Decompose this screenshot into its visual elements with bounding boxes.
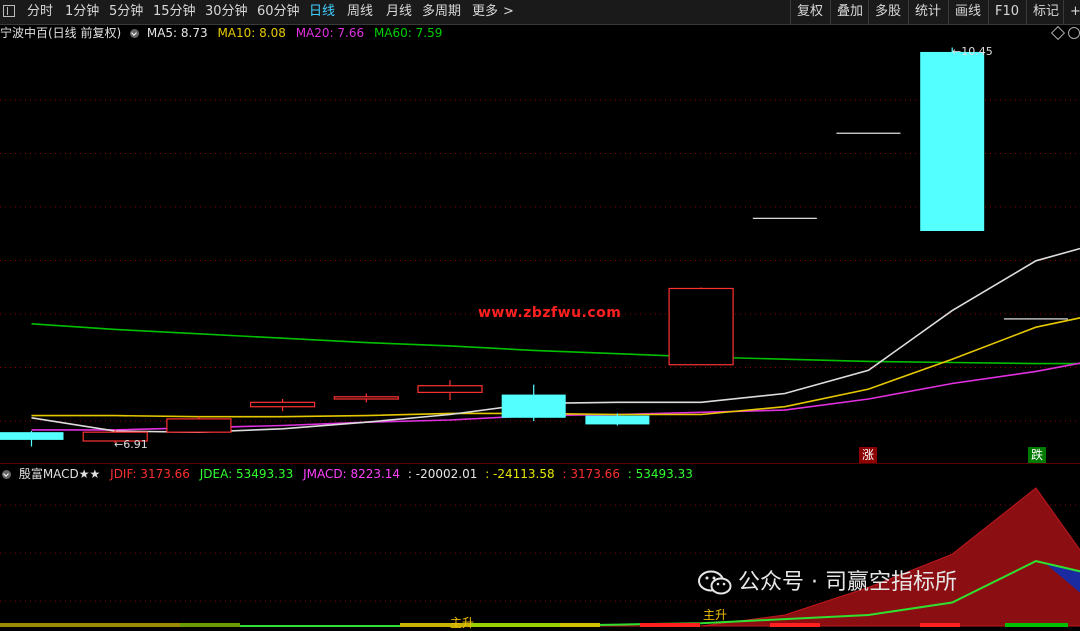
macd-strip (180, 623, 240, 627)
candle-body (585, 416, 649, 425)
candle-body (334, 397, 398, 399)
high-arrow: ← (952, 45, 961, 58)
period-tab-6[interactable]: 日线 (309, 0, 335, 24)
period-tab-9[interactable]: 多周期 (422, 0, 461, 24)
toolbar-button-5[interactable]: F10 (988, 0, 1025, 24)
period-tab-8[interactable]: 月线 (386, 0, 412, 24)
window-icon[interactable] (3, 5, 15, 17)
more-chevron-icon[interactable]: > (503, 0, 514, 24)
rise-tag: 涨 (859, 447, 877, 463)
macd-indicator-chart[interactable] (0, 483, 1080, 629)
macd-strip (560, 623, 600, 627)
wechat-watermark: 公众号 · 司赢空指标所 (698, 568, 957, 598)
period-tab-1[interactable]: 1分钟 (65, 0, 99, 24)
period-tab-10[interactable]: 更多 (472, 0, 498, 24)
macd-info-bar: 殷富MACD★★ JDIF: 3173.66 JDEA: 53493.33 JM… (0, 466, 693, 482)
period-tab-3[interactable]: 15分钟 (153, 0, 196, 24)
toolbar-button-3[interactable]: 统计 (908, 0, 947, 24)
macd-strip (770, 623, 820, 627)
panel-divider[interactable] (0, 463, 1080, 464)
candle-body (0, 432, 64, 440)
low-price-label: ←6.91 (114, 438, 148, 451)
macd-strip (0, 623, 180, 627)
candle-body (251, 402, 315, 406)
period-tab-2[interactable]: 5分钟 (109, 0, 143, 24)
macd-strip (470, 623, 560, 627)
ma60-value: MA60: 7.59 (374, 26, 442, 40)
value-1: : -20002.01 (408, 467, 477, 481)
toolbar-button-2[interactable]: 多股 (868, 0, 907, 24)
low-arrow: ← (114, 438, 123, 451)
toolbar-button-4[interactable]: 画线 (948, 0, 987, 24)
candlestick-chart[interactable] (0, 42, 1080, 462)
macd-strip (920, 623, 960, 627)
candle-body (753, 218, 817, 219)
value-2: : -24113.58 (485, 467, 554, 481)
high-price-label: ←10.45 (952, 45, 993, 58)
candle-body (920, 52, 984, 231)
ma10-value: MA10: 8.08 (217, 26, 285, 40)
ma5-value: MA5: 8.73 (147, 26, 208, 40)
circle-icon[interactable] (1068, 27, 1080, 39)
diamond-icon[interactable] (1051, 26, 1065, 40)
url-watermark: www.zbzfwu.com (478, 305, 621, 321)
period-tab-4[interactable]: 30分钟 (205, 0, 248, 24)
candle-body (669, 288, 733, 364)
macd-strip (1005, 623, 1068, 627)
jdif-value: JDIF: 3173.66 (110, 467, 190, 481)
toolbar-button-1[interactable]: 叠加 (830, 0, 869, 24)
main-rise-label-1: 主升 (450, 614, 474, 631)
period-tab-0[interactable]: 分时 (27, 0, 53, 24)
candle-body (502, 395, 566, 418)
candle-body (1004, 318, 1068, 319)
indicator-dropdown-icon[interactable] (2, 470, 11, 479)
candle-body (418, 386, 482, 393)
dropdown-icon[interactable] (130, 29, 139, 38)
macd-title[interactable]: 殷富MACD★★ (19, 467, 101, 481)
wechat-icon (698, 570, 732, 596)
jdea-value: JDEA: 53493.33 (200, 467, 293, 481)
main-rise-label-2: 主升 (703, 606, 727, 623)
toolbar-button-6[interactable]: 标记 (1026, 0, 1065, 24)
toolbar-button-7[interactable]: +自 (1063, 0, 1080, 24)
ma60-line (32, 324, 1080, 364)
value-4: : 53493.33 (628, 467, 693, 481)
value-3: : 3173.66 (562, 467, 619, 481)
candle-body (167, 419, 231, 432)
period-toolbar: 分时 1分钟 5分钟 15分钟 30分钟 60分钟日线周线月线多周期更多> 复权叠加多股统… (0, 0, 1080, 25)
price-info-bar: 宁波中百(日线 前复权) MA5: 8.73 MA10: 8.08 MA20: … (0, 25, 448, 41)
stock-title[interactable]: 宁波中百(日线 前复权) (0, 26, 121, 40)
macd-strip (640, 623, 700, 627)
toolbar-button-0[interactable]: 复权 (790, 0, 829, 24)
fall-tag: 跌 (1028, 447, 1046, 463)
macd-area (32, 488, 1080, 626)
ma20-value: MA20: 7.66 (296, 26, 364, 40)
period-tab-7[interactable]: 周线 (347, 0, 373, 24)
jmacd-value: JMACD: 8223.14 (303, 467, 400, 481)
period-tab-5[interactable]: 60分钟 (257, 0, 300, 24)
candle-body (837, 133, 901, 134)
watermark-text: 公众号 · 司赢空指标所 (738, 570, 957, 595)
